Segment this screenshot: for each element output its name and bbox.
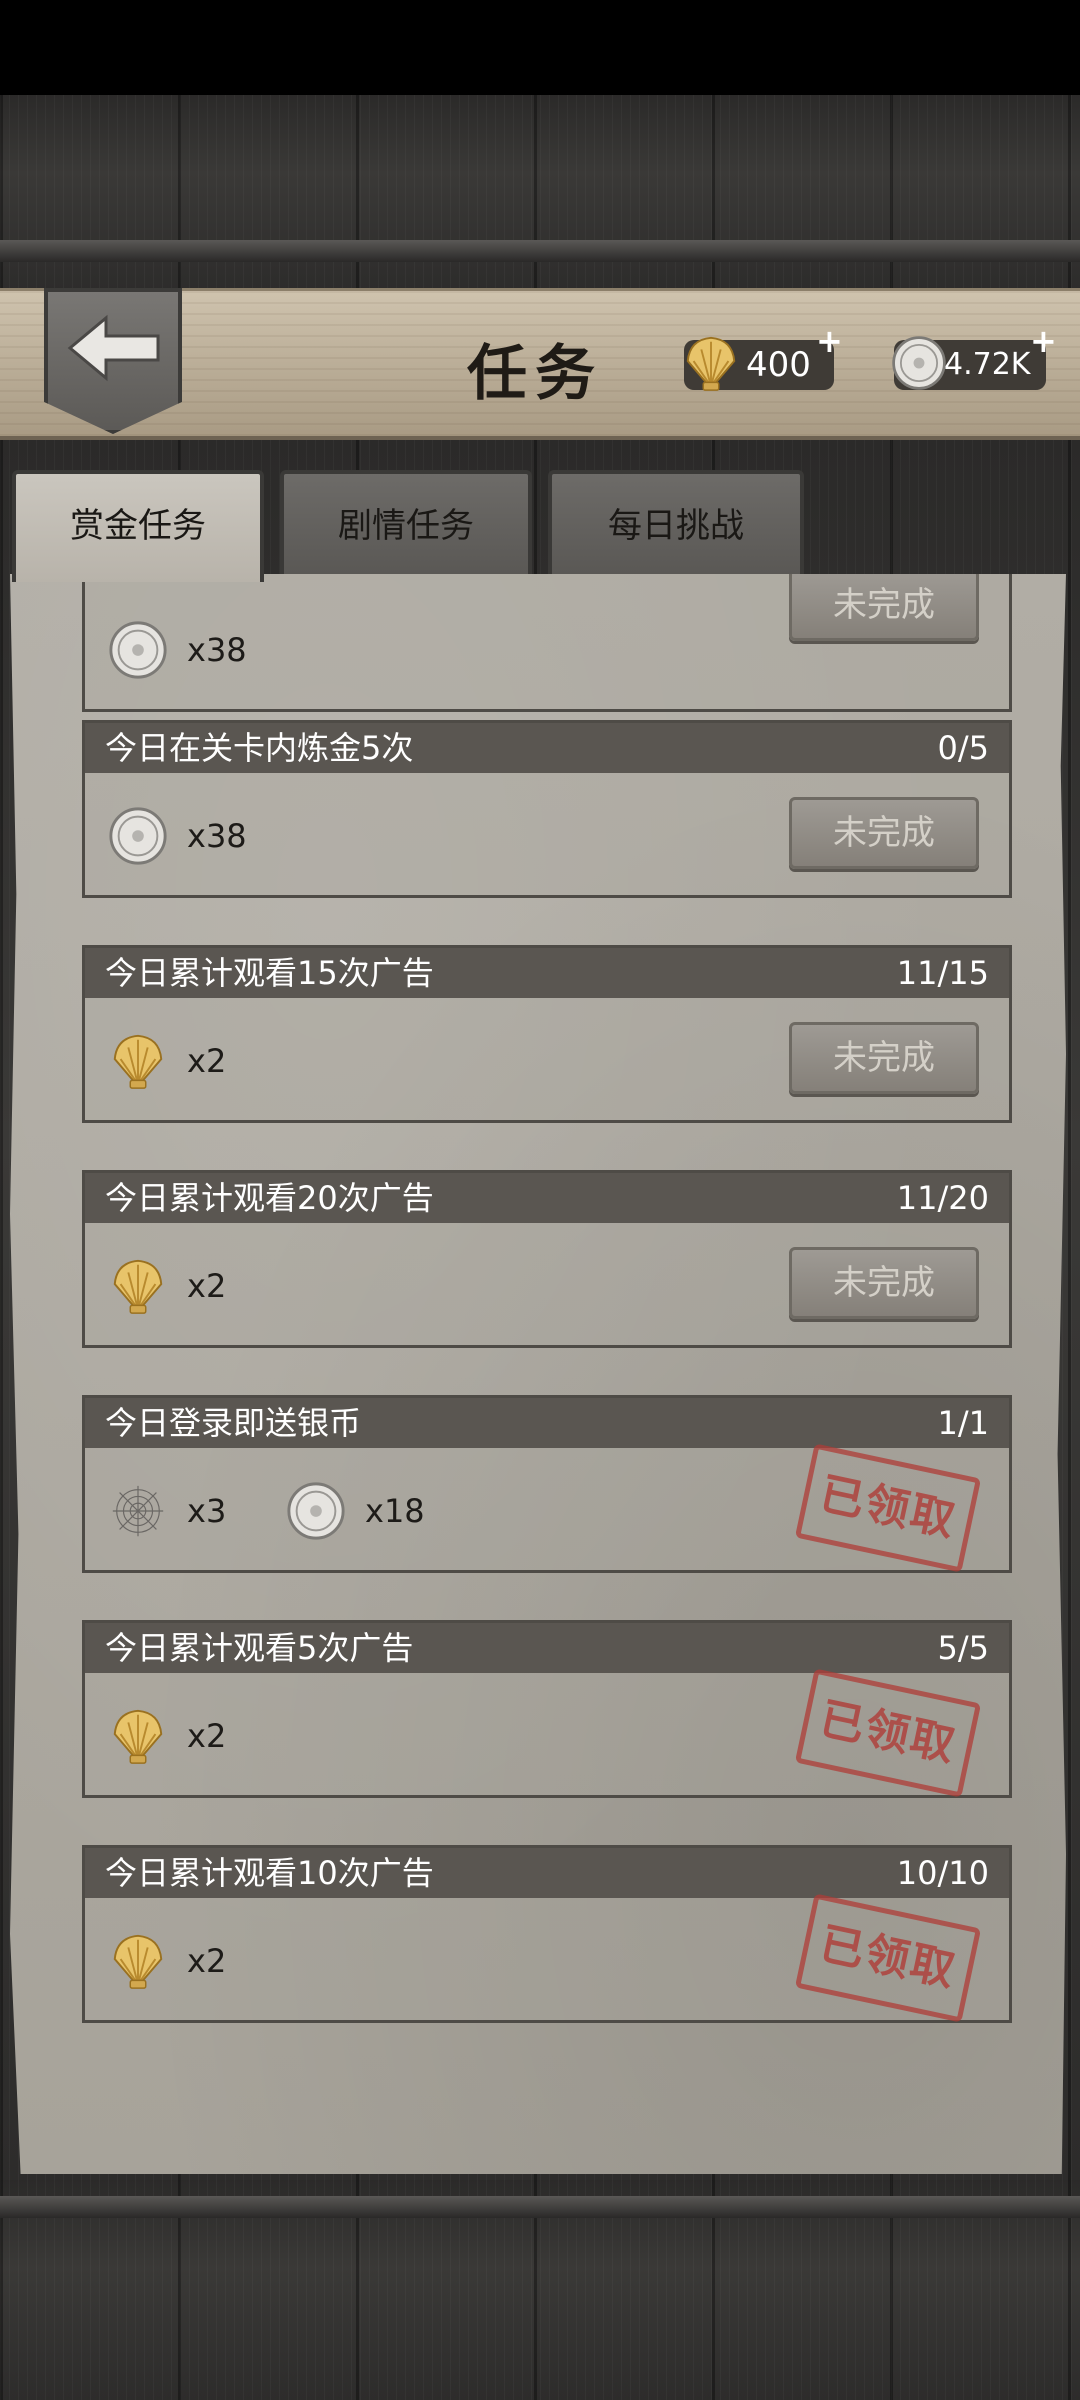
incomplete-button[interactable]: 未完成 bbox=[789, 574, 979, 641]
task-header: 今日累计观看15次广告 11/15 bbox=[85, 948, 1009, 998]
tab-daily[interactable]: 每日挑战 bbox=[548, 470, 804, 574]
task-title: 今日累计观看5次广告 bbox=[105, 1629, 414, 1667]
incomplete-button[interactable]: 未完成 bbox=[789, 1022, 979, 1094]
task-progress: 11/15 bbox=[896, 954, 989, 992]
tab-story[interactable]: 剧情任务 bbox=[280, 470, 532, 574]
task-header: 今日在关卡内炼金5次 0/5 bbox=[85, 723, 1009, 773]
silver-coin-icon bbox=[107, 805, 169, 867]
task-title: 今日累计观看20次广告 bbox=[105, 1179, 434, 1217]
reward-amount: x3 bbox=[187, 1491, 227, 1530]
task-card: 今日累计观看10次广告 10/10 x2 已领取 bbox=[82, 1845, 1012, 2023]
task-progress: 5/5 bbox=[937, 1629, 990, 1667]
silver-coin-icon bbox=[107, 619, 169, 681]
reward-amount: x18 bbox=[365, 1491, 425, 1530]
claimed-stamp: 已领取 bbox=[794, 1443, 982, 1573]
page-title: 任务 bbox=[467, 339, 603, 409]
coin-currency[interactable]: 4.72K bbox=[894, 340, 1046, 390]
task-title: 今日累计观看10次广告 bbox=[105, 1854, 434, 1892]
reward-amount: x2 bbox=[187, 1716, 227, 1755]
coin-amount: 4.72K bbox=[944, 347, 1031, 382]
task-card: x38 未完成 bbox=[82, 574, 1012, 712]
spider-web-icon bbox=[107, 1480, 169, 1542]
task-panel[interactable]: x38 未完成 今日在关卡内炼金5次 0/5 x38 未完成 今日累计观看15次… bbox=[10, 574, 1066, 2174]
task-progress: 11/20 bbox=[896, 1179, 989, 1217]
shell-amount: 400 bbox=[746, 345, 811, 385]
claimed-stamp: 已领取 bbox=[794, 1668, 982, 1798]
task-title: 今日登录即送银币 bbox=[105, 1404, 362, 1442]
task-card: 今日累计观看20次广告 11/20 x2 未完成 bbox=[82, 1170, 1012, 1348]
task-progress: 1/1 bbox=[937, 1404, 990, 1442]
wood-rail bbox=[0, 240, 1080, 262]
task-card: 今日在关卡内炼金5次 0/5 x38 未完成 bbox=[82, 720, 1012, 898]
silver-coin-icon bbox=[285, 1480, 347, 1542]
reward-amount: x2 bbox=[187, 1266, 227, 1305]
shell-icon bbox=[680, 332, 742, 394]
status-bar bbox=[0, 0, 1080, 95]
shell-icon bbox=[107, 1030, 169, 1092]
tab-bounty[interactable]: 赏金任务 bbox=[12, 470, 264, 582]
shell-icon bbox=[107, 1705, 169, 1767]
shell-icon bbox=[107, 1255, 169, 1317]
shell-icon bbox=[107, 1930, 169, 1992]
task-header: 今日登录即送银币 1/1 bbox=[85, 1398, 1009, 1448]
shell-currency[interactable]: 400 bbox=[684, 340, 834, 390]
add-shell-button[interactable]: + bbox=[816, 322, 843, 360]
task-progress: 0/5 bbox=[937, 729, 990, 767]
reward-amount: x2 bbox=[187, 1941, 227, 1980]
task-progress: 10/10 bbox=[896, 1854, 989, 1892]
task-card: 今日累计观看15次广告 11/15 x2 未完成 bbox=[82, 945, 1012, 1123]
reward-amount: x38 bbox=[187, 630, 247, 669]
incomplete-button[interactable]: 未完成 bbox=[789, 1247, 979, 1319]
add-coin-button[interactable]: + bbox=[1030, 322, 1057, 360]
incomplete-button[interactable]: 未完成 bbox=[789, 797, 979, 869]
claimed-stamp: 已领取 bbox=[794, 1893, 982, 2023]
wood-rail-bottom bbox=[0, 2196, 1080, 2218]
task-header: 今日累计观看20次广告 11/20 bbox=[85, 1173, 1009, 1223]
task-header: 今日累计观看5次广告 5/5 bbox=[85, 1623, 1009, 1673]
reward-amount: x2 bbox=[187, 1041, 227, 1080]
task-card: 今日累计观看5次广告 5/5 x2 已领取 bbox=[82, 1620, 1012, 1798]
reward-amount: x38 bbox=[187, 816, 247, 855]
task-header: 今日累计观看10次广告 10/10 bbox=[85, 1848, 1009, 1898]
silver-coin-icon bbox=[890, 334, 948, 392]
task-title: 今日在关卡内炼金5次 bbox=[105, 729, 414, 767]
back-arrow-icon bbox=[67, 314, 160, 382]
task-title: 今日累计观看15次广告 bbox=[105, 954, 434, 992]
task-card: 今日登录即送银币 1/1 x3 x18 已领取 bbox=[82, 1395, 1012, 1573]
